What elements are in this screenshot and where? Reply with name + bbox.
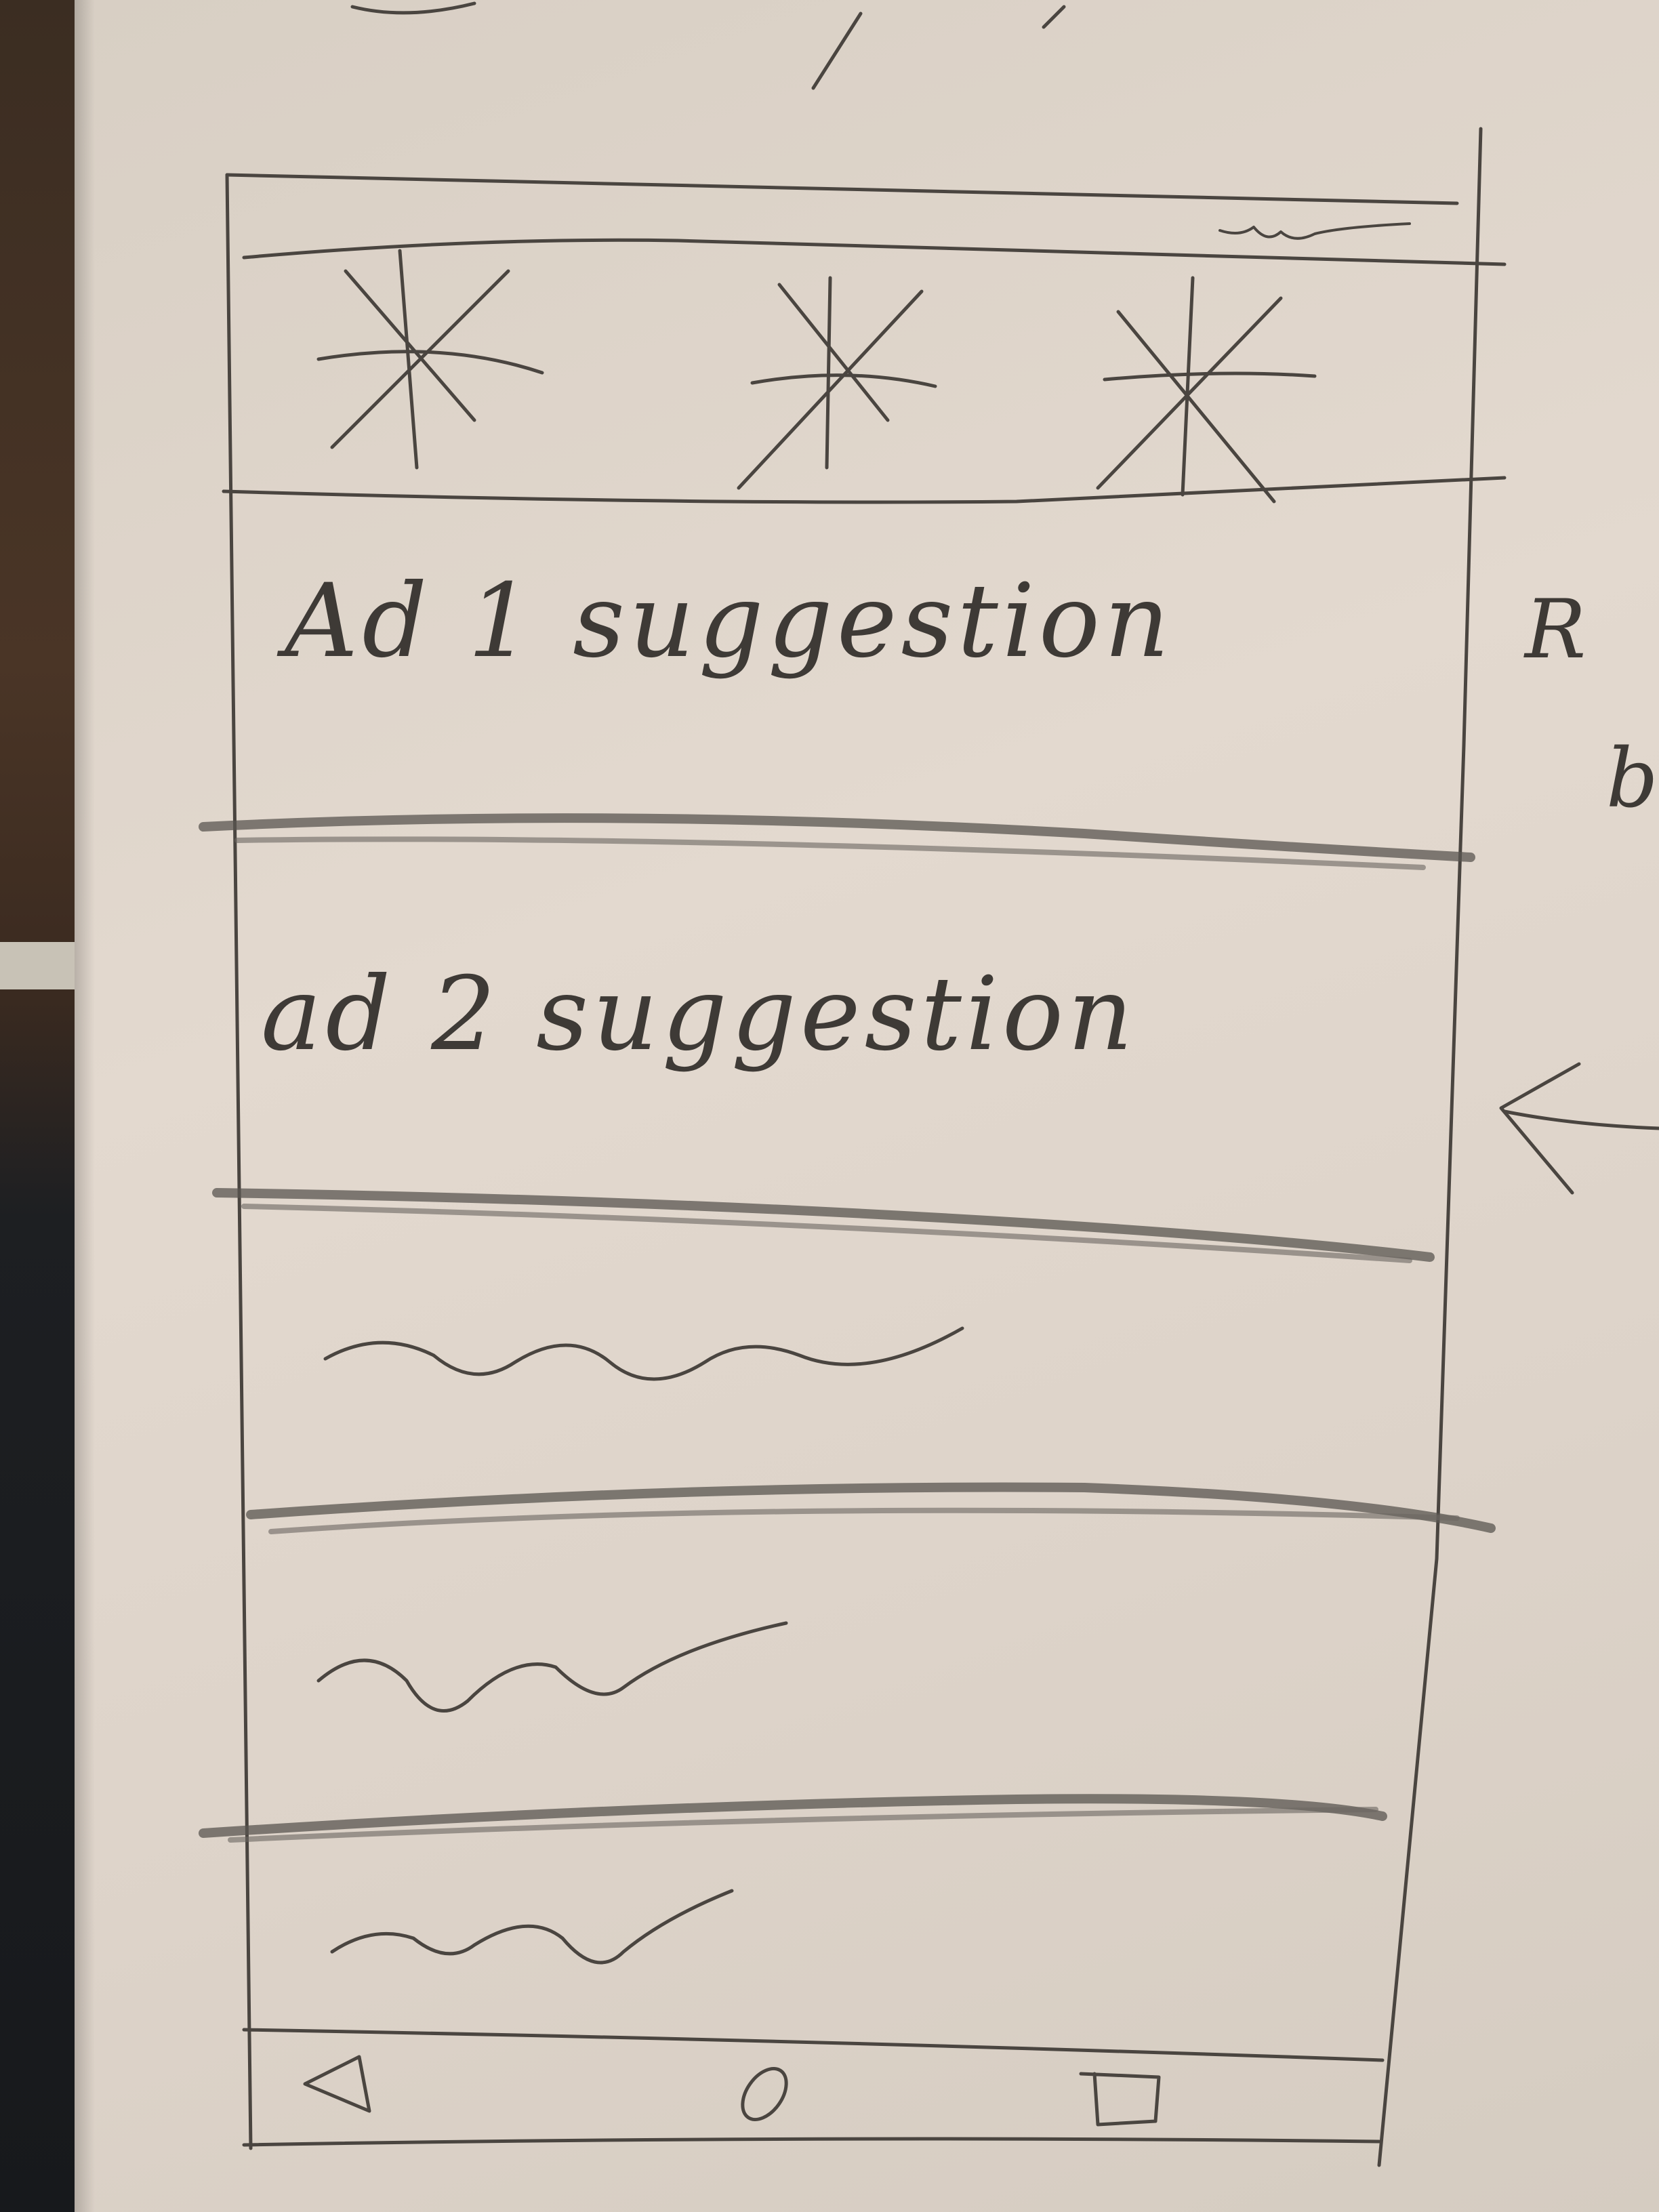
asterisk-icon (737, 276, 937, 490)
margin-note: b (1606, 732, 1659, 826)
top-scribble-stroke (811, 12, 863, 90)
recents-square-icon[interactable] (1079, 2072, 1161, 2127)
status-indicator-icon (1218, 222, 1411, 240)
row-divider (212, 1188, 1435, 1263)
row-divider (199, 1794, 1387, 1843)
status-bar (242, 222, 1507, 266)
top-scribble-stroke (1042, 5, 1066, 29)
asterisk-icon (316, 249, 544, 470)
ad-suggestion-row-2[interactable]: ad 2 suggestion (261, 956, 1137, 1073)
placeholder-text-line (316, 1621, 788, 1713)
ad-suggestion-row-1[interactable]: Ad 1 suggestion (285, 562, 1174, 680)
placeholder-text-line (330, 1889, 734, 1965)
ad-suggestion-label: Ad 1 suggestion (285, 562, 1174, 680)
ad-suggestion-label: ad 2 suggestion (261, 956, 1137, 1073)
margin-note: R (1525, 583, 1591, 677)
margin-arrow-icon (1499, 1062, 1659, 1195)
row-divider (199, 813, 1475, 870)
back-triangle-icon[interactable] (303, 2055, 371, 2113)
photo-scene: Ad 1 suggestion ad 2 suggestion R b (0, 0, 1659, 2212)
placeholder-text-line (323, 1326, 964, 1381)
home-circle-icon[interactable] (734, 2061, 796, 2128)
asterisk-icon (1096, 276, 1317, 504)
header-icon-bar (222, 249, 1507, 504)
nav-bar (242, 2028, 1385, 2062)
top-scribble (350, 1, 476, 15)
row-divider (246, 1482, 1496, 1534)
wireframe-sketch (199, 1, 1659, 2167)
